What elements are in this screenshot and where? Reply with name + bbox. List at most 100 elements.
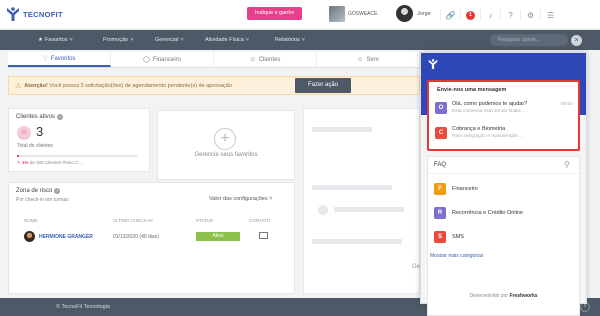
- conversation-item[interactable]: C Cobrança e Biometria Para integração e…: [435, 125, 576, 145]
- faq-title: FAQ: [434, 162, 447, 168]
- loading-panel: Ge: [303, 108, 420, 294]
- tab-servicos[interactable]: ☺ Serv: [317, 52, 420, 67]
- chevron-down-icon: ˅: [130, 37, 134, 43]
- category-label: Financeiro: [452, 186, 478, 192]
- tab-favoritos[interactable]: ♡ Favoritos: [8, 52, 111, 67]
- faq-category[interactable]: F Financeiro: [434, 180, 574, 198]
- star-icon: ★: [38, 37, 43, 43]
- category-label: Recorrência e Crédito Online: [452, 210, 523, 216]
- user-name: Jorge: [417, 10, 431, 17]
- manage-favorites-label: Gerencie seus favoritos: [194, 152, 258, 158]
- skeleton-line: [312, 127, 372, 132]
- tecnofit-logo-icon: [7, 7, 19, 21]
- faq-category[interactable]: R Recorrência e Crédito Online: [434, 204, 574, 222]
- skeleton-circle: [318, 205, 328, 215]
- plus-icon[interactable]: +: [214, 128, 236, 150]
- indique-button[interactable]: Indique e ganhe: [247, 7, 303, 20]
- app-logo[interactable]: TECNOFIT: [6, 6, 63, 22]
- client-name-link[interactable]: HERMIONE GRANGER: [39, 234, 93, 240]
- alert-badge[interactable]: 1: [460, 9, 480, 21]
- money-icon: ◯: [143, 57, 150, 63]
- alert-prefix: Atenção!: [24, 82, 48, 89]
- conversation-preview: Para integração e manutenção ...: [452, 134, 523, 139]
- freshworks-brand[interactable]: Freshworks: [509, 293, 537, 299]
- tab-clientes[interactable]: ☺ Clientes: [214, 52, 317, 67]
- faq-category[interactable]: S SMS: [434, 228, 574, 246]
- alert-count: 1: [466, 10, 475, 20]
- search-icon[interactable]: ⚲: [564, 160, 570, 169]
- clients-total-label: Total de clientes: [17, 143, 53, 149]
- mail-icon[interactable]: [259, 232, 268, 239]
- clients-progress-bar: [17, 155, 137, 157]
- faq-panel: FAQ ⚲ F Financeiro R Recorrência e Crédi…: [427, 156, 580, 316]
- last-checkin: 01/12/2020 (40 dias): [113, 234, 159, 240]
- info-icon[interactable]: i: [57, 114, 64, 120]
- clients-progress-fill: [17, 155, 20, 157]
- chevron-down-icon: ˅: [180, 37, 184, 43]
- nav-item-atividade[interactable]: Atividade Física ˅: [205, 37, 249, 43]
- pencil-icon[interactable]: ✎: [17, 160, 21, 165]
- pending-alert: ⚠ Atenção! Você possui 3 solicitação(ões…: [8, 76, 420, 95]
- chevron-down-icon: ˅: [269, 196, 273, 202]
- top-bar: TECNOFIT Indique e ganhe GOSWEACE Jorge …: [0, 0, 600, 30]
- risk-config-select[interactable]: Valor das configurações ˅: [209, 196, 272, 202]
- risk-zone-subtitle: Por check-in em turmas: [16, 197, 69, 203]
- info-icon[interactable]: i: [54, 188, 61, 194]
- chevron-down-icon: ˅: [301, 37, 305, 43]
- link-icon[interactable]: 🔗: [440, 9, 460, 21]
- search-input[interactable]: Pesquisar cliente...: [490, 34, 568, 46]
- avatar: [24, 231, 35, 242]
- category-avatar: R: [434, 207, 446, 219]
- user-icon: ☺: [249, 56, 256, 63]
- alert-text: Você possui 3 solicitação(ões) de agenda…: [49, 82, 232, 89]
- bell-icon[interactable]: ♪: [480, 9, 500, 21]
- close-icon[interactable]: ×: [571, 35, 582, 46]
- gym-name: GOSWEACE: [348, 11, 378, 17]
- gym-selector[interactable]: GOSWEACE: [329, 6, 377, 22]
- skeleton-line: [312, 239, 402, 244]
- column-header[interactable]: CONTATO: [249, 218, 270, 223]
- clients-count: 3: [36, 124, 44, 139]
- clients-title: Clientes ativos i: [16, 114, 64, 120]
- nav-item-relatorios[interactable]: Relatórios ˅: [275, 37, 305, 43]
- user-menu[interactable]: Jorge: [396, 5, 431, 22]
- conversation-time: 09:53: [561, 101, 573, 106]
- chevron-down-icon: ˅: [245, 37, 250, 43]
- tab-financeiro[interactable]: ◯ Financeiro: [111, 52, 214, 67]
- category-avatar: S: [434, 231, 446, 243]
- conversation-title: Cobrança e Biometria: [452, 126, 506, 132]
- help-icon[interactable]: ?: [500, 9, 520, 21]
- conversation-item[interactable]: O Olá, como podemos te ajudar? Esta conv…: [435, 100, 576, 120]
- risk-zone-title: Zona de risco i: [16, 188, 61, 194]
- powered-by: Desenvolvido por Freshworks: [469, 293, 538, 299]
- conversation-title: Olá, como podemos te ajudar?: [452, 101, 528, 107]
- help-widget: Envie-nos uma mensagem O Olá, como podem…: [420, 52, 587, 316]
- gear-icon[interactable]: ⚙: [520, 9, 540, 21]
- menu-icon[interactable]: ☰: [540, 9, 560, 21]
- skeleton-line: [312, 185, 392, 190]
- conversation-preview: Esta conversa está sendo finaliz...: [452, 109, 525, 114]
- nav-item-promocao[interactable]: Promoção ˅: [103, 37, 133, 43]
- nav-item-gerencial[interactable]: Gerencial ˅: [155, 37, 184, 43]
- dashboard-tabs: ♡ Favoritos ◯ Financeiro ☺ Clientes ☺ Serv: [8, 52, 420, 68]
- show-more-categories-link[interactable]: Mostrar mais categorias: [430, 253, 483, 259]
- chevron-down-icon: ˅: [69, 37, 73, 43]
- nav-item-favoritos[interactable]: ★ Favoritos ˅: [38, 37, 73, 43]
- messages-title: Envie-nos uma mensagem: [437, 87, 507, 93]
- column-header[interactable]: ÚLTIMO CHECK-IN: [113, 218, 153, 223]
- column-header[interactable]: NOME: [24, 218, 38, 223]
- messages-panel: Envie-nos uma mensagem O Olá, como podem…: [427, 80, 580, 151]
- tecnofit-logo-icon: [428, 59, 438, 69]
- warning-icon: ⚠: [15, 82, 22, 90]
- footer-text: © TecnoFit Tecnologia: [56, 304, 110, 310]
- clients-user-icon: ☺: [17, 126, 31, 140]
- category-avatar: F: [434, 183, 446, 195]
- heart-icon: ♡: [42, 56, 48, 62]
- clients-progress-text: ✎ 1% de 300 Clientes Plano C...: [17, 160, 83, 165]
- category-label: SMS: [452, 234, 464, 240]
- conversation-avatar: C: [435, 127, 447, 139]
- skeleton-line: [334, 207, 404, 212]
- fazer-acao-button[interactable]: Fazer ação: [295, 78, 351, 93]
- logo-text: TECNOFIT: [23, 9, 63, 19]
- column-header[interactable]: STATUS: [196, 218, 213, 223]
